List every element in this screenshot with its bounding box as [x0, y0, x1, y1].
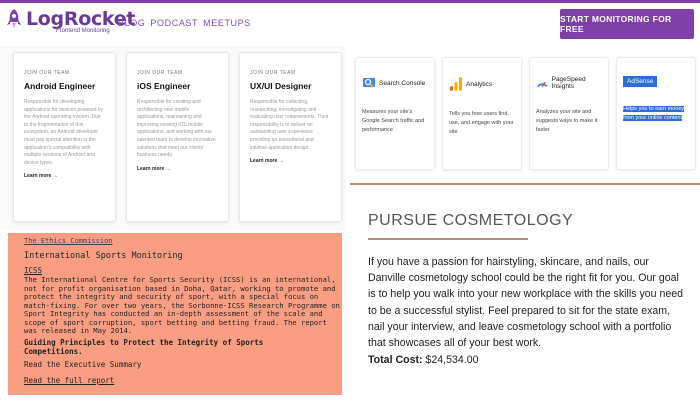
- job-cards-section: JOIN OUR TEAM Android Engineer Responsib…: [0, 45, 345, 230]
- tool-card-adsense[interactable]: AdSense Helps you to earn money from you…: [616, 57, 696, 170]
- top-nav: BLOG PODCAST MEETUPS: [118, 18, 251, 28]
- tool-name: AdSense: [623, 76, 658, 87]
- ethics-heading: International Sports Monitoring: [24, 251, 183, 261]
- tool-card-search-console[interactable]: Search Console Measures your site's Goog…: [355, 57, 435, 170]
- section-body: If you have a passion for hairstyling, s…: [368, 256, 684, 350]
- job-card-uxui[interactable]: JOIN OUR TEAM UX/UI Designer Responsible…: [239, 52, 342, 222]
- logo[interactable]: LogRocket Frontend Monitoring: [6, 9, 135, 34]
- ethics-commission-link[interactable]: The Ethics Commission: [24, 237, 342, 245]
- job-kicker: JOIN OUR TEAM: [24, 70, 70, 76]
- rocket-logo-icon: [7, 9, 21, 28]
- title-underline: [368, 238, 528, 240]
- job-card-ios[interactable]: JOIN OUR TEAM iOS Engineer Responsible f…: [126, 52, 229, 222]
- nav-blog[interactable]: BLOG: [118, 18, 145, 28]
- tool-name: PageSpeed Insights: [551, 76, 586, 90]
- tool-description: Analyzes your site and suggests ways to …: [536, 109, 598, 133]
- search-console-icon: [363, 78, 375, 88]
- total-cost: Total Cost: $24,534.00: [368, 354, 688, 366]
- tool-name: Analytics: [466, 80, 493, 88]
- job-title: iOS Engineer: [137, 81, 191, 91]
- job-description: Responsible for developing applications …: [24, 99, 104, 166]
- section-title: PURSUE COSMETOLOGY: [368, 212, 574, 229]
- ethics-commission-box: The Ethics Commission International Spor…: [8, 233, 342, 395]
- job-description: Responsible for creating and architectin…: [137, 99, 216, 159]
- section-divider: [350, 183, 700, 185]
- job-kicker: JOIN OUR TEAM: [250, 70, 296, 76]
- cosmetology-section: PURSUE COSMETOLOGY If you have a passion…: [368, 212, 688, 366]
- cost-label: Total Cost:: [368, 354, 423, 367]
- tool-description: Measures your site's Google Search traff…: [362, 109, 425, 133]
- full-report-link[interactable]: Read the full report: [24, 376, 342, 385]
- learn-more-link[interactable]: Learn more →: [137, 166, 218, 172]
- tool-name: Search Console: [379, 79, 426, 87]
- guiding-principles-heading: Guiding Principles to Protect the Integr…: [24, 337, 264, 356]
- job-card-android[interactable]: JOIN OUR TEAM Android Engineer Responsib…: [13, 52, 116, 222]
- tool-card-pagespeed[interactable]: PageSpeed Insights Analyzes your site an…: [529, 57, 609, 170]
- analytics-icon: [450, 77, 462, 91]
- nav-podcast[interactable]: PODCAST: [150, 18, 198, 28]
- job-description: Responsible for collecting, researching,…: [250, 99, 329, 151]
- executive-summary-link[interactable]: Read the Executive Summary: [24, 360, 342, 369]
- tool-card-analytics[interactable]: Analytics Tells you how users find, use,…: [442, 57, 522, 170]
- ethics-body: The International Centre for Sports Secu…: [24, 275, 340, 335]
- cost-value: $24,534.00: [425, 354, 479, 367]
- tool-description: Tells you how users find, use, and engag…: [449, 111, 514, 135]
- start-monitoring-button[interactable]: START MONITORING FOR FREE: [560, 9, 694, 39]
- tool-description: Helps you to earn money from your online…: [623, 106, 685, 121]
- learn-more-link[interactable]: Learn more →: [24, 173, 105, 179]
- logo-subtitle: Frontend Monitoring: [56, 28, 110, 34]
- job-kicker: JOIN OUR TEAM: [137, 70, 183, 76]
- learn-more-link[interactable]: Learn more →: [250, 158, 331, 164]
- google-tools-row: Search Console Measures your site's Goog…: [350, 55, 700, 175]
- nav-meetups[interactable]: MEETUPS: [203, 18, 251, 28]
- job-title: UX/UI Designer: [250, 81, 312, 91]
- column-divider: [346, 45, 348, 400]
- job-title: Android Engineer: [24, 81, 96, 91]
- pagespeed-icon: [537, 81, 548, 88]
- org-name: ICSS: [24, 266, 43, 275]
- site-header: LogRocket Frontend Monitoring BLOG PODCA…: [0, 3, 700, 45]
